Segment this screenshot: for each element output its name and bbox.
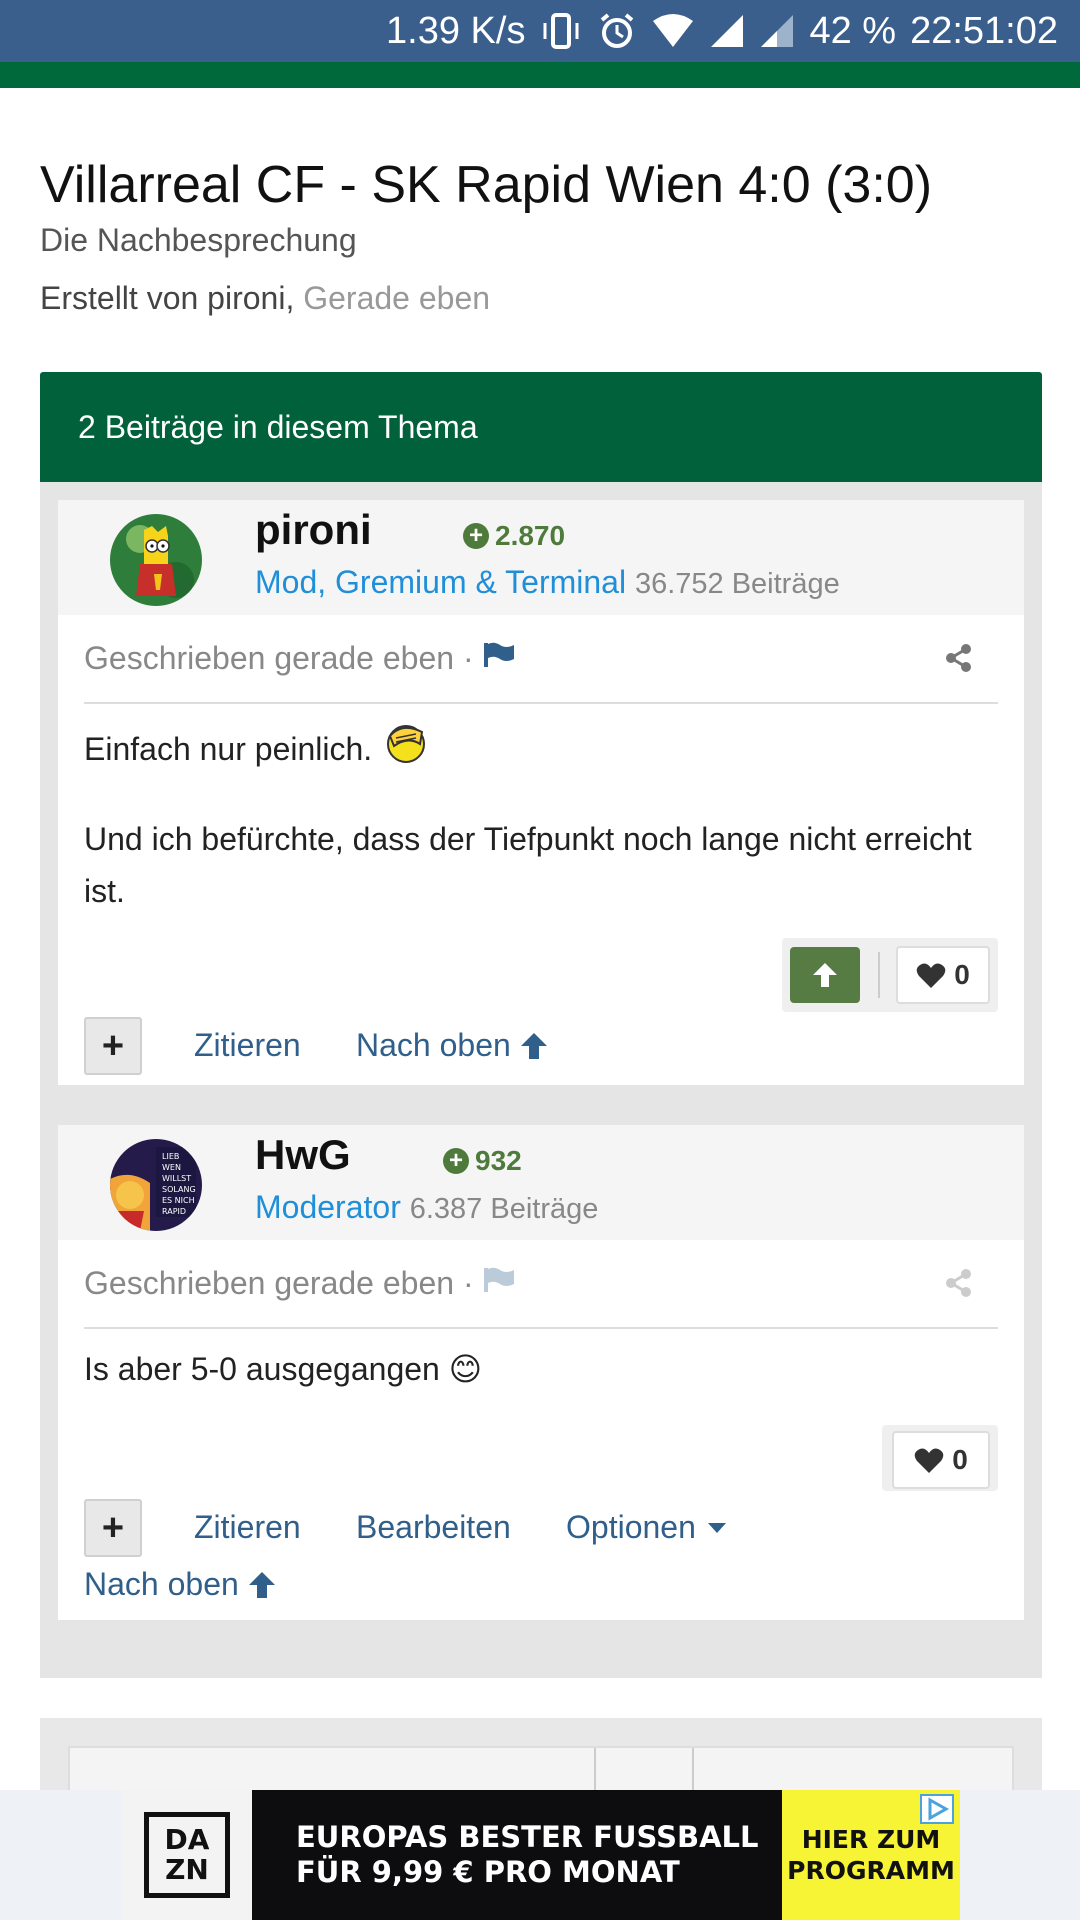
svg-text:WEN: WEN (162, 1163, 181, 1172)
post-divider (84, 702, 998, 704)
post-header: LIEB WEN WILLST SOLANG ES NICH RAPID HwG… (58, 1125, 1024, 1240)
alarm-icon (597, 11, 637, 51)
back-to-top-link[interactable]: Nach oben (84, 1566, 277, 1603)
network-speed: 1.39 K/s (386, 9, 526, 52)
author-post-count: 6.387 Beiträge (409, 1193, 599, 1225)
post-divider (84, 1327, 998, 1329)
ad-cta-line-1: HIER ZUM (801, 1825, 941, 1854)
ad-banner-area: DA ZN EUROPAS BESTER FUSSBALL FÜR 9,99 € … (0, 1790, 1080, 1920)
reputation-badge: + 2.870 (463, 520, 565, 552)
author-role: Mod, Gremium & Terminal 36.752 Beiträge (255, 564, 840, 601)
heart-icon (914, 1448, 944, 1473)
header-strip (0, 62, 1080, 88)
reputation-plus-icon: + (443, 1148, 469, 1174)
svg-text:ES NICH: ES NICH (162, 1196, 195, 1205)
ad-banner[interactable]: DA ZN EUROPAS BESTER FUSSBALL FÜR 9,99 € … (122, 1790, 960, 1920)
post-content: Is aber 5-0 ausgegangen 😊 (84, 1343, 984, 1395)
post-text-line-1: Einfach nur peinlich. (84, 730, 373, 767)
topic-title: Villarreal CF - SK Rapid Wien 4:0 (3:0) (40, 156, 933, 214)
ad-cta-button[interactable]: HIER ZUM PROGRAMM (782, 1790, 960, 1920)
quote-label: Zitieren (194, 1027, 301, 1063)
post-content: Einfach nur peinlich. Und ich befürchte,… (84, 718, 984, 917)
avatar[interactable] (110, 514, 202, 606)
post-text-line-2: Und ich befürchte, dass der Tiefpunkt no… (84, 821, 972, 909)
avatar[interactable]: LIEB WEN WILLST SOLANG ES NICH RAPID (110, 1139, 202, 1231)
ad-cta-line-2: PROGRAMM (787, 1856, 955, 1885)
reputation-value: 2.870 (495, 520, 566, 551)
topic-meta: Erstellt von pironi, Gerade eben (40, 280, 490, 317)
share-icon[interactable] (944, 643, 974, 673)
post-header: pironi + 2.870 Mod, Gremium & Terminal 3… (58, 500, 1024, 615)
multiquote-button[interactable]: + (84, 1017, 142, 1075)
signal-icon (709, 11, 745, 51)
post-meta: Geschrieben gerade eben · (84, 1265, 516, 1302)
quote-label: Zitieren (194, 1509, 301, 1545)
svg-text:WILLST: WILLST (162, 1174, 191, 1183)
author-role: Moderator 6.387 Beiträge (255, 1189, 598, 1226)
author-post-count: 36.752 Beiträge (634, 568, 840, 600)
svg-text:RAPID: RAPID (162, 1207, 186, 1216)
author-name[interactable]: HwG (255, 1131, 351, 1179)
topic-author: Erstellt von pironi, (40, 280, 295, 316)
share-icon[interactable] (944, 1268, 974, 1298)
dazn-logo: DA ZN (122, 1790, 252, 1920)
thread-post-count-bar: 2 Beiträge in diesem Thema (40, 372, 1042, 482)
like-count: 0 (954, 959, 970, 990)
topic-subtitle: Die Nachbesprechung (40, 222, 357, 258)
facepalm-emoji-icon (382, 718, 430, 779)
reputation-plus-icon: + (463, 523, 489, 549)
edit-label: Bearbeiten (356, 1509, 511, 1545)
author-name[interactable]: pironi (255, 506, 372, 554)
reputation-value: 932 (475, 1145, 522, 1176)
dazn-logo-mark: DA ZN (144, 1812, 230, 1898)
ad-choices-icon[interactable] (920, 1794, 954, 1824)
post-time: Geschrieben gerade eben · (84, 640, 474, 676)
clock: 22:51:02 (910, 9, 1058, 52)
options-dropdown[interactable]: Optionen (566, 1509, 730, 1546)
caret-down-icon (707, 1522, 726, 1533)
back-to-top-label: Nach oben (356, 1027, 511, 1063)
reputation-badge: + 932 (443, 1145, 522, 1177)
quote-link[interactable]: Zitieren (194, 1027, 301, 1064)
post-time: Geschrieben gerade eben · (84, 1265, 474, 1301)
role-label: Moderator (255, 1189, 401, 1225)
quote-link[interactable]: Zitieren (194, 1509, 301, 1546)
arrow-up-icon (520, 1032, 547, 1059)
post-meta: Geschrieben gerade eben · (84, 640, 516, 677)
role-label: Mod, Gremium & Terminal (255, 564, 627, 600)
post-hwg: LIEB WEN WILLST SOLANG ES NICH RAPID HwG… (58, 1125, 1024, 1620)
arrow-up-icon (248, 1571, 275, 1598)
ad-headline-line-2: FÜR 9,99 € PRO MONAT (296, 1855, 680, 1889)
ad-headline-line-1: EUROPAS BESTER FUSSBALL (296, 1820, 759, 1854)
ad-headline: EUROPAS BESTER FUSSBALL FÜR 9,99 € PRO M… (252, 1790, 782, 1920)
back-to-top-link[interactable]: Nach oben (356, 1027, 549, 1064)
vote-separator (878, 952, 880, 998)
status-bar: 1.39 K/s 42 % 22:51:02 (0, 0, 1080, 62)
like-count: 0 (952, 1444, 968, 1475)
like-button[interactable]: 0 (896, 946, 990, 1004)
report-flag-icon[interactable] (482, 1265, 516, 1302)
post-text-line-1: Is aber 5-0 ausgegangen 😊 (84, 1351, 483, 1387)
back-to-top-label: Nach oben (84, 1566, 239, 1602)
multiquote-button[interactable]: + (84, 1499, 142, 1557)
battery-level: 42 % (809, 9, 897, 52)
heart-icon (916, 963, 946, 988)
edit-link[interactable]: Bearbeiten (356, 1509, 511, 1546)
arrow-up-icon (813, 963, 837, 987)
report-flag-icon[interactable] (482, 640, 516, 677)
wifi-icon (651, 11, 695, 51)
post-pironi: pironi + 2.870 Mod, Gremium & Terminal 3… (58, 500, 1024, 1085)
like-button[interactable]: 0 (892, 1431, 990, 1489)
topic-time: Gerade eben (303, 280, 491, 316)
svg-text:LIEB: LIEB (162, 1152, 179, 1161)
svg-text:SOLANG: SOLANG (162, 1185, 196, 1194)
options-label: Optionen (566, 1509, 696, 1545)
signal-icon-2 (759, 11, 795, 51)
vibrate-icon (539, 11, 583, 51)
thread-post-count: 2 Beiträge in diesem Thema (78, 408, 478, 445)
upvote-button[interactable] (790, 947, 860, 1003)
